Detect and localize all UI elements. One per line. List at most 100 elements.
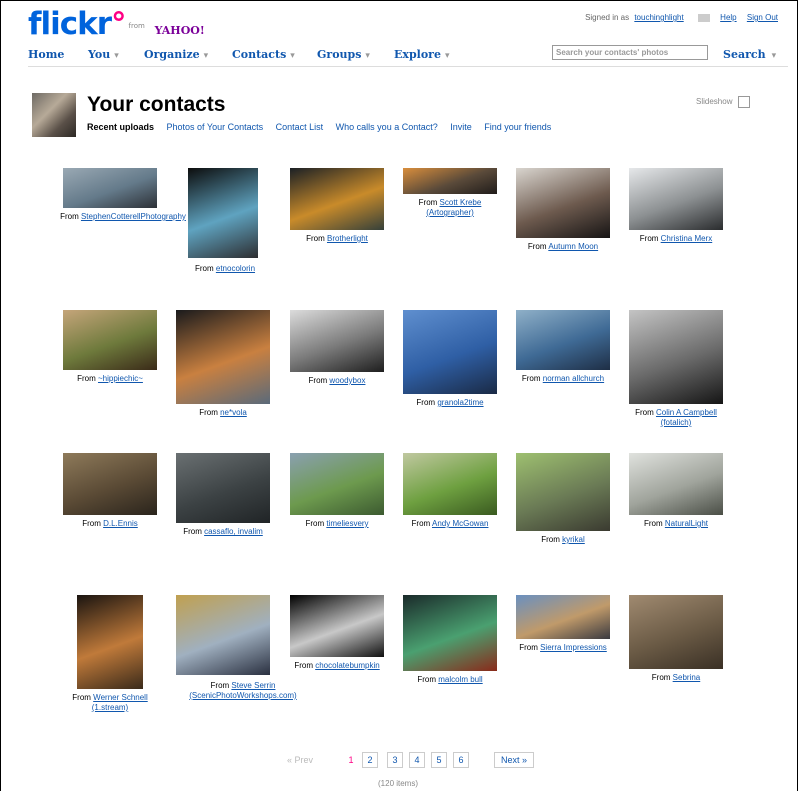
nav-organize[interactable]: Organize ▾ — [144, 48, 208, 61]
contact-photo[interactable] — [516, 453, 610, 531]
photo-caption: From malcolm bull — [398, 675, 502, 685]
contact-name-link[interactable]: cassaflo, invalim — [204, 527, 263, 536]
page-3[interactable]: 3 — [387, 752, 403, 768]
photo-caption: From Sebrina — [624, 673, 728, 683]
nav-you[interactable]: You ▾ — [88, 48, 119, 61]
contact-photo[interactable] — [403, 453, 497, 515]
photo-caption: From cassaflo, invalim — [171, 527, 275, 537]
contact-name-link[interactable]: StephenCotterellPhotography — [81, 212, 186, 221]
page-6[interactable]: 6 — [453, 752, 469, 768]
contact-photo[interactable] — [63, 168, 157, 208]
next-button[interactable]: Next » — [494, 752, 534, 768]
contact-photo[interactable] — [629, 595, 723, 669]
photo-caption: From chocolatebumpkin — [285, 661, 389, 671]
chevron-down-icon[interactable]: ▾ — [114, 51, 119, 61]
contact-photo[interactable] — [629, 168, 723, 230]
tab-invite[interactable]: Invite — [450, 122, 472, 132]
nav-groups[interactable]: Groups ▾ — [317, 48, 370, 61]
contact-photo[interactable] — [290, 310, 384, 372]
search-button[interactable]: Search ▾ — [723, 48, 776, 61]
avatar[interactable] — [32, 93, 76, 137]
contact-name-link[interactable]: ~hippiechic~ — [98, 374, 143, 383]
tab-contact-list[interactable]: Contact List — [276, 122, 324, 132]
contact-photo[interactable] — [403, 310, 497, 394]
contact-name-link[interactable]: Brotherlight — [327, 234, 368, 243]
search-input[interactable]: Search your contacts' photos — [552, 45, 708, 60]
contact-photo[interactable] — [290, 453, 384, 515]
contact-name-link[interactable]: norman allchurch — [543, 374, 604, 383]
chevron-down-icon[interactable]: ▾ — [772, 51, 777, 61]
slideshow-button[interactable]: Slideshow — [696, 96, 751, 108]
contact-photo[interactable] — [516, 595, 610, 639]
contact-photo[interactable] — [403, 595, 497, 671]
caption-from-label: From — [643, 519, 665, 528]
chevron-down-icon[interactable]: ▾ — [290, 51, 295, 61]
tab-photos-of-contacts[interactable]: Photos of Your Contacts — [167, 122, 264, 132]
contact-name-link[interactable]: kyrikal — [562, 535, 585, 544]
chevron-down-icon[interactable]: ▾ — [445, 51, 450, 61]
contact-photo[interactable] — [176, 595, 270, 675]
contact-photo[interactable] — [629, 310, 723, 404]
contact-photo[interactable] — [63, 310, 157, 370]
contact-photo[interactable] — [63, 453, 157, 515]
photo-caption: From Christina Merx — [624, 234, 728, 244]
contact-photo[interactable] — [403, 168, 497, 194]
help-link[interactable]: Help — [720, 13, 736, 22]
contact-photo[interactable] — [176, 453, 270, 523]
caption-from-label: From — [541, 535, 563, 544]
contact-photo[interactable] — [290, 168, 384, 230]
contact-photo[interactable] — [188, 168, 258, 258]
caption-from-label: From — [418, 198, 440, 207]
contact-name-link[interactable]: Sierra Impressions — [540, 643, 607, 652]
contact-photo[interactable] — [516, 310, 610, 370]
tab-who-calls-you[interactable]: Who calls you a Contact? — [336, 122, 438, 132]
contact-name-link[interactable]: Christina Merx — [661, 234, 713, 243]
chevron-down-icon[interactable]: ▾ — [204, 51, 209, 61]
tab-recent-uploads[interactable]: Recent uploads — [87, 122, 154, 132]
page-5[interactable]: 5 — [431, 752, 447, 768]
contact-name-link[interactable]: Steve Serrin (ScenicPhotoWorkshops.com) — [189, 681, 296, 700]
contact-photo[interactable] — [629, 453, 723, 515]
tab-find-friends[interactable]: Find your friends — [484, 122, 551, 132]
contact-photo[interactable] — [516, 168, 610, 238]
inbox-icon[interactable] — [697, 13, 710, 22]
page-4[interactable]: 4 — [409, 752, 425, 768]
prev-button[interactable]: « Prev — [282, 752, 318, 768]
contact-photo[interactable] — [176, 310, 270, 404]
caption-from-label: From — [639, 234, 661, 243]
contact-name-link[interactable]: Autumn Moon — [548, 242, 598, 251]
caption-from-label: From — [527, 242, 549, 251]
contact-name-link[interactable]: Werner Schnell (1.stream) — [92, 693, 148, 712]
contact-name-link[interactable]: etnocolorin — [216, 264, 255, 273]
contact-name-link[interactable]: Andy McGowan — [432, 519, 488, 528]
contact-name-link[interactable]: timeliesvery — [326, 519, 368, 528]
chevron-down-icon[interactable]: ▾ — [365, 51, 370, 61]
flickr-logo[interactable]: flickr° from YAHOO! — [28, 6, 205, 49]
username-link[interactable]: touchinghlight — [634, 13, 683, 22]
contact-photo[interactable] — [290, 595, 384, 657]
contact-name-link[interactable]: D.L.Ennis — [103, 519, 138, 528]
photo-caption: From etnocolorin — [180, 264, 270, 274]
nav-home[interactable]: Home — [28, 48, 64, 61]
contact-name-link[interactable]: Sebrina — [673, 673, 701, 682]
nav-explore[interactable]: Explore ▾ — [394, 48, 449, 61]
contact-name-link[interactable]: woodybox — [329, 376, 365, 385]
contact-name-link[interactable]: malcolm bull — [438, 675, 482, 684]
sign-out-link[interactable]: Sign Out — [747, 13, 778, 22]
contacts-subnav: Recent uploads Photos of Your Contacts C… — [87, 122, 561, 132]
logo-text: flickr — [28, 6, 112, 42]
contact-name-link[interactable]: NaturalLight — [665, 519, 708, 528]
contact-photo[interactable] — [77, 595, 143, 689]
nav-contacts[interactable]: Contacts ▾ — [232, 48, 295, 61]
contact-name-link[interactable]: chocolatebumpkin — [315, 661, 379, 670]
caption-from-label: From — [183, 527, 205, 536]
photo-caption: From Steve Serrin (ScenicPhotoWorkshops.… — [168, 681, 318, 701]
photo-caption: From D.L.Ennis — [58, 519, 162, 529]
contact-name-link[interactable]: Colin A Campbell (fotalich) — [656, 408, 717, 427]
page-2[interactable]: 2 — [362, 752, 378, 768]
contact-name-link[interactable]: ne*vola — [220, 408, 247, 417]
photo-caption: From StephenCotterellPhotography — [58, 212, 188, 222]
photo-caption: From Colin A Campbell (fotalich) — [624, 408, 728, 428]
caption-from-label: From — [199, 408, 221, 417]
contact-name-link[interactable]: granola2time — [437, 398, 483, 407]
